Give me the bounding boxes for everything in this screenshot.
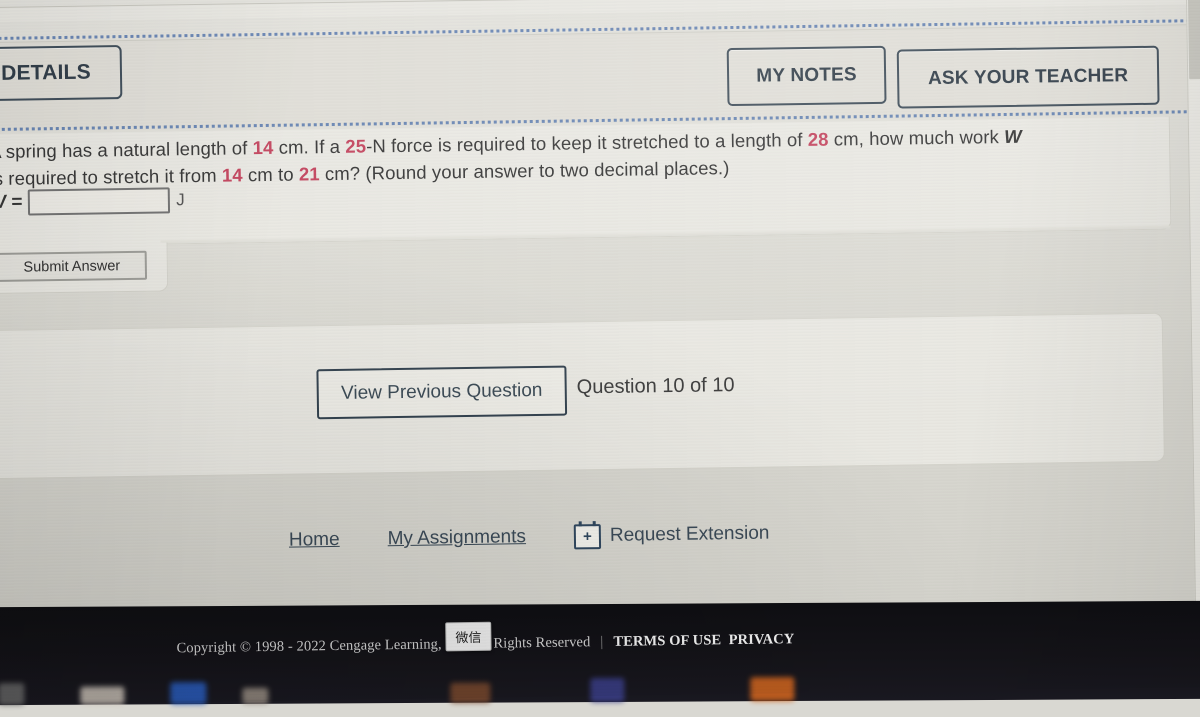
photographed-screen: DETAILS MY NOTES ASK YOUR TEACHER A spri…: [0, 0, 1200, 706]
taskbar-icon-blob: [170, 682, 207, 705]
vertical-scrollbar-track[interactable]: [1185, 0, 1200, 636]
submit-answer-button-label: Submit Answer: [23, 257, 121, 276]
value-to-length: 21: [298, 163, 320, 185]
ask-your-teacher-button-label: ASK YOUR TEACHER: [927, 64, 1129, 89]
answer-row: W = J: [0, 187, 185, 216]
details-button[interactable]: DETAILS: [0, 45, 123, 102]
ask-your-teacher-button[interactable]: ASK YOUR TEACHER: [896, 45, 1160, 109]
value-natural-length: 14: [252, 136, 274, 159]
footer-links: Home My Assignments + Request Extension: [289, 511, 930, 560]
submit-answer-button[interactable]: Submit Answer: [0, 250, 148, 282]
taskbar-icon-blob: [80, 686, 125, 705]
details-button-label: DETAILS: [0, 60, 91, 85]
taskbar-icon-blob: [750, 676, 795, 702]
copyright-separator: |: [600, 634, 604, 651]
my-notes-button[interactable]: MY NOTES: [726, 45, 887, 107]
value-stretched-length: 28: [807, 128, 829, 150]
my-notes-button-label: MY NOTES: [756, 64, 857, 87]
view-previous-question-button[interactable]: View Previous Question: [316, 365, 568, 420]
my-assignments-link[interactable]: My Assignments: [387, 526, 526, 550]
question-line2-part-c: cm? (Round your answer to two decimal pl…: [319, 157, 730, 185]
question-line1-part-c: -N force is required to keep it stretche…: [365, 128, 808, 157]
taskbar-icon-blob: [590, 677, 625, 703]
answer-input[interactable]: [28, 187, 171, 216]
calendar-plus-icon: +: [573, 523, 602, 549]
question-line2-part-b: cm to: [242, 163, 300, 186]
request-extension-label: Request Extension: [609, 522, 770, 546]
view-previous-question-label: View Previous Question: [340, 379, 543, 404]
request-extension-link[interactable]: + Request Extension: [573, 521, 770, 549]
taskbar-icon-blob: [450, 682, 491, 703]
taskbar-icon-blob: [242, 687, 269, 704]
symbol-work: W: [1004, 125, 1022, 148]
question-line1-part-d: cm, how much work: [828, 126, 1005, 150]
question-line2-part-a: is required to stretch it from: [0, 164, 223, 190]
terms-of-use-link[interactable]: TERMS OF USE: [613, 632, 721, 650]
ime-indicator-badge[interactable]: 微信: [445, 621, 492, 652]
question-counter: Question 10 of 10: [576, 374, 735, 399]
privacy-link[interactable]: PRIVACY: [729, 631, 795, 648]
answer-unit: J: [176, 190, 185, 210]
vertical-scrollbar-thumb[interactable]: [1187, 0, 1200, 80]
question-line1-part-b: cm. If a: [273, 135, 346, 158]
answer-label: W =: [0, 191, 23, 214]
page-top-strip: [0, 0, 1200, 23]
question-line1-part-a: A spring has a natural length of: [0, 137, 253, 163]
value-force: 25: [345, 135, 367, 157]
value-from-length: 14: [221, 164, 243, 186]
question-text: A spring has a natural length of 14 cm. …: [0, 121, 1158, 192]
home-link[interactable]: Home: [289, 529, 340, 552]
taskbar-icon-blob: [0, 683, 25, 706]
